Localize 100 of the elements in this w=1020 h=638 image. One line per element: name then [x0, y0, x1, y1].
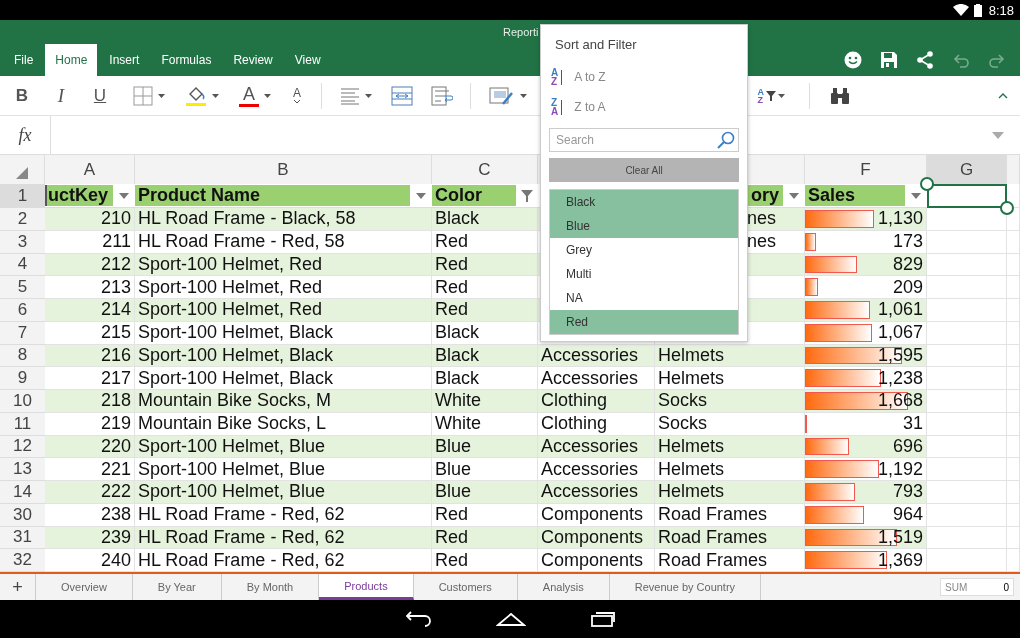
row-header[interactable]: 8	[0, 344, 45, 368]
ribbon-tab[interactable]: View	[284, 44, 331, 76]
sum-value: 0	[1003, 581, 1009, 593]
row-header[interactable]: 30	[0, 503, 45, 527]
table-cell: HL Road Frame - Red, 62	[138, 504, 345, 526]
row-header[interactable]: 12	[0, 435, 45, 459]
row-header[interactable]: 2	[0, 208, 45, 231]
row-header[interactable]: 9	[0, 367, 45, 390]
font-color-button[interactable]: A	[239, 84, 259, 107]
caret-icon	[520, 94, 527, 98]
caret-icon	[365, 94, 372, 98]
home-icon[interactable]	[496, 612, 526, 626]
ribbon-tab[interactable]: Home	[45, 44, 98, 76]
filter-option[interactable]: NA	[550, 286, 738, 310]
format-icon[interactable]	[489, 85, 515, 106]
column-header[interactable]: G	[927, 155, 1007, 184]
table-cell: 211	[102, 231, 131, 253]
merge-icon[interactable]	[391, 85, 413, 106]
share-icon[interactable]	[916, 51, 934, 69]
table-cell: Components	[541, 526, 644, 548]
clock-time: 8:18	[988, 2, 1014, 18]
dropdown-icon[interactable]	[992, 131, 1004, 139]
selection-handle[interactable]	[920, 177, 934, 191]
column-header[interactable]: C	[432, 155, 538, 184]
column-header[interactable]: A	[45, 155, 135, 184]
sheet-tab[interactable]: Products	[319, 574, 414, 600]
table-cell: Sport-100 Helmet, Black	[138, 367, 334, 389]
function-label: fx	[0, 116, 51, 154]
table-cell: Accessories	[541, 481, 639, 503]
table-cell: 221	[100, 458, 131, 480]
ribbon-tab[interactable]: Formulas	[151, 44, 222, 76]
document-title: Reporti	[503, 26, 539, 38]
filter-option[interactable]: Multi	[550, 262, 738, 286]
table-cell: 239	[100, 526, 131, 548]
table-cell: HL Road Frame - Black, 58	[138, 208, 356, 230]
dropdown-icon[interactable]	[119, 192, 129, 199]
ribbon-tab[interactable]: Review	[223, 44, 283, 76]
smiley-icon[interactable]	[844, 51, 862, 69]
column-header[interactable]: B	[135, 155, 432, 184]
table-cell: 1,067	[877, 322, 923, 344]
row-header[interactable]: 4	[0, 253, 45, 277]
row-header[interactable]: 6	[0, 299, 45, 322]
table-cell: Helmets	[658, 367, 724, 389]
ribbon-tab[interactable]: Insert	[99, 44, 150, 76]
table-cell: Black	[435, 367, 479, 389]
table-cell: 240	[100, 549, 131, 571]
search-icon[interactable]	[717, 131, 735, 149]
wrap-text-icon[interactable]	[431, 85, 453, 106]
table-cell: White	[435, 413, 481, 435]
filter-icon[interactable]	[521, 189, 533, 202]
row-header[interactable]: 11	[0, 412, 45, 436]
dropdown-icon[interactable]	[789, 192, 799, 199]
table-cell: Sport-100 Helmet, Blue	[138, 435, 326, 457]
wifi-icon	[952, 4, 969, 16]
table-cell: Red	[435, 231, 469, 253]
funnel-icon	[766, 90, 776, 101]
sum-label: SUM	[945, 581, 968, 593]
table-cell: 215	[100, 322, 131, 344]
filter-option[interactable]: Black	[550, 190, 738, 214]
table-cell: Road Frames	[658, 526, 768, 548]
recent-apps-icon[interactable]	[590, 611, 616, 627]
row-header[interactable]: 3	[0, 230, 45, 254]
table-cell: Sport-100 Helmet, Red	[138, 276, 323, 298]
dropdown-icon[interactable]	[911, 192, 921, 199]
selection-handle[interactable]	[1000, 201, 1014, 215]
binoculars-icon[interactable]	[830, 86, 850, 105]
row-header[interactable]: 13	[0, 458, 45, 481]
row-header[interactable]: 31	[0, 526, 45, 550]
filter-option[interactable]: Red	[550, 310, 738, 334]
ribbon-tab[interactable]: File	[4, 44, 44, 76]
row-header[interactable]: 5	[0, 276, 45, 299]
table-cell: 964	[892, 504, 923, 526]
table-cell: Red	[435, 253, 469, 275]
row-header[interactable]: 14	[0, 481, 45, 504]
dropdown-icon[interactable]	[416, 192, 426, 199]
table-cell: Socks	[658, 413, 708, 435]
underline-button[interactable]: U	[84, 80, 116, 111]
sort-filter-button[interactable]: A Z	[757, 87, 764, 104]
collapse-icon[interactable]	[998, 92, 1008, 99]
clear-all-button[interactable]: Clear All	[549, 158, 739, 182]
row-header[interactable]: 32	[0, 549, 45, 572]
table-cell: nes	[747, 231, 777, 253]
row-header[interactable]: 10	[0, 390, 45, 413]
caret-icon	[158, 94, 165, 98]
search-field[interactable]: Search	[549, 128, 739, 152]
row-header[interactable]: 7	[0, 321, 45, 345]
table-cell: 218	[100, 390, 131, 412]
table-cell: 209	[892, 276, 923, 298]
sort-option[interactable]: A to Z	[574, 70, 606, 84]
caret-icon	[778, 94, 785, 98]
table-cell: Red	[435, 504, 469, 526]
filter-option[interactable]: Blue	[550, 214, 738, 238]
row-header[interactable]: 1	[0, 184, 45, 208]
sort-option[interactable]: Z to A	[574, 100, 606, 114]
bold-button[interactable]: B	[6, 80, 38, 111]
save-icon[interactable]	[880, 51, 898, 69]
back-icon[interactable]	[404, 611, 432, 627]
italic-button[interactable]: I	[45, 80, 77, 111]
font-size-button[interactable]: A	[293, 87, 301, 104]
filter-option[interactable]: Grey	[550, 238, 738, 262]
